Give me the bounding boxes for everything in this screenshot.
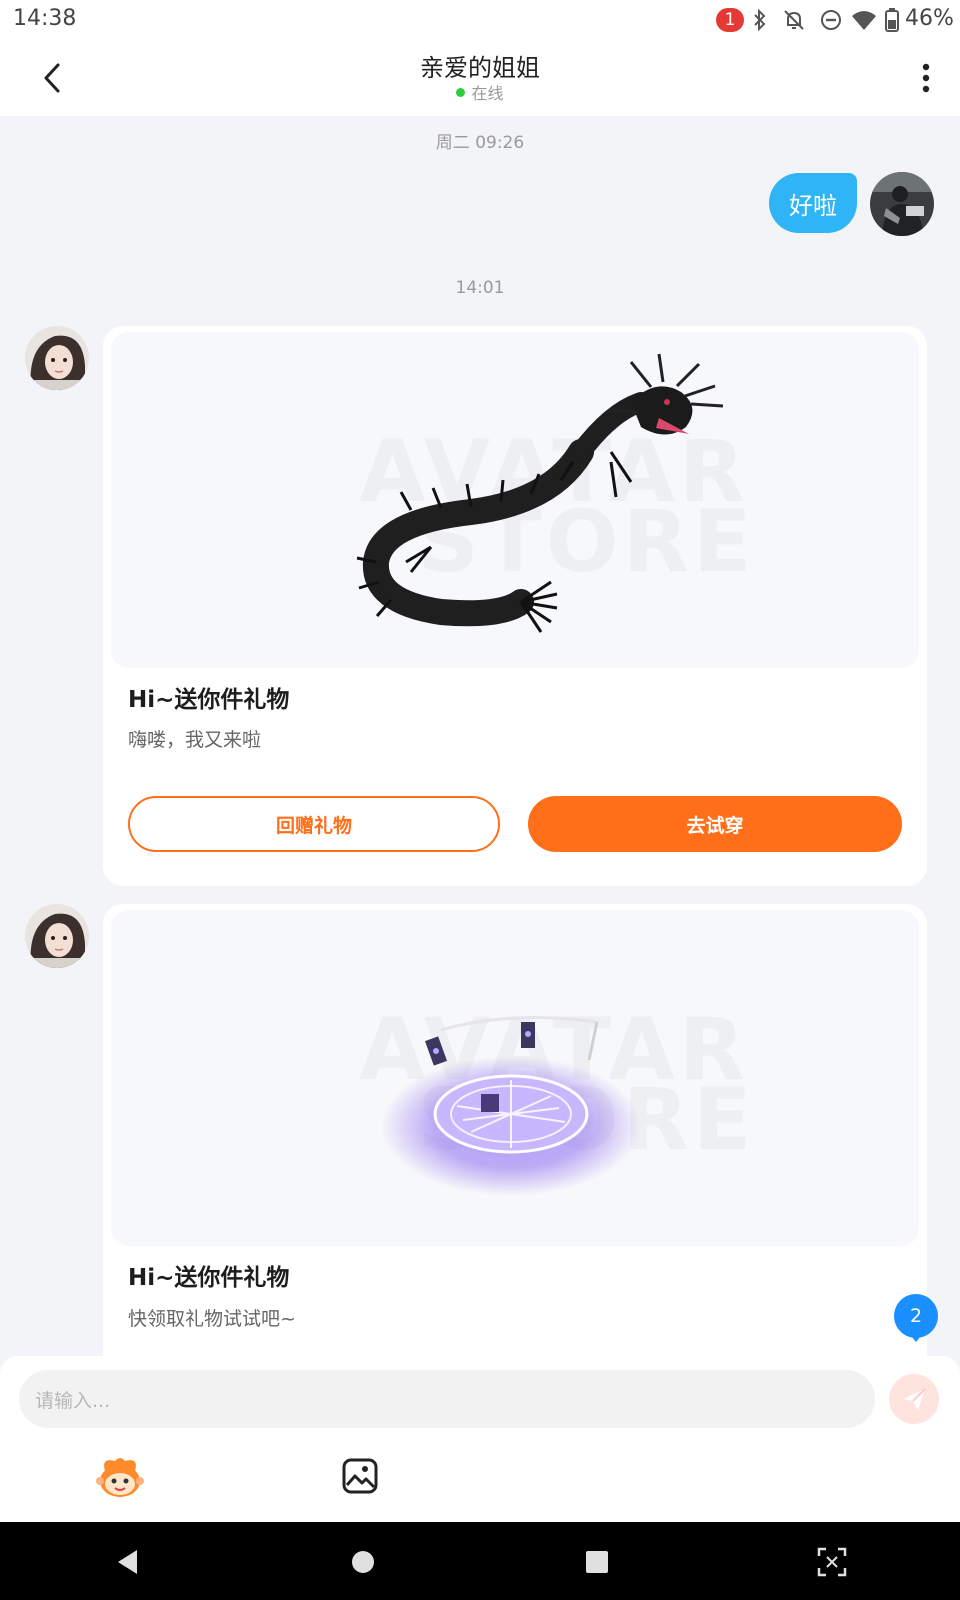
nav-back-button[interactable]: [106, 1540, 150, 1584]
gift-card[interactable]: AVATAR STORE Hi~送你件礼物 嗨喽，我又来啦 回赠礼物 去试穿: [103, 326, 927, 886]
battery-icon: [884, 6, 900, 34]
gift-card-subtitle: 嗨喽，我又来啦: [128, 729, 262, 751]
gift-image: AVATAR STORE: [111, 332, 919, 668]
sender-avatar[interactable]: [25, 904, 89, 968]
gift-card[interactable]: AVATAR STORE Hi~送你件礼物 快领取礼物试试吧~: [103, 904, 927, 1374]
status-time: 14:38: [13, 6, 77, 31]
magic-circle-gift-illustration: [381, 1016, 641, 1196]
image-icon: [342, 1458, 378, 1494]
send-button[interactable]: [889, 1374, 939, 1424]
sender-avatar[interactable]: [25, 326, 89, 390]
unread-badge-tail: [908, 1332, 924, 1342]
nav-recents-button[interactable]: [575, 1540, 619, 1584]
image-button[interactable]: [332, 1448, 388, 1504]
message-timestamp: 14:01: [455, 278, 505, 298]
chat-title: 亲爱的姐姐: [420, 54, 540, 82]
nav-screenshot-button[interactable]: [810, 1540, 854, 1584]
more-options-button[interactable]: [906, 58, 946, 98]
gift-image: AVATAR STORE: [111, 910, 919, 1246]
square-recents-icon: [586, 1551, 608, 1573]
online-status-label: 在线: [471, 84, 504, 103]
message-timestamp: 周二 09:26: [435, 133, 525, 153]
back-button[interactable]: [32, 56, 72, 100]
monkey-sticker-icon: [96, 1458, 144, 1497]
battery-percentage: 46%: [905, 6, 954, 31]
return-gift-button[interactable]: 回赠礼物: [128, 796, 500, 852]
screenshot-icon: [817, 1547, 847, 1577]
notification-count-badge: 1: [716, 8, 744, 32]
more-vertical-icon: [922, 63, 930, 93]
gift-card-title: Hi~送你件礼物: [128, 687, 290, 713]
my-avatar[interactable]: [870, 172, 934, 236]
gift-card-subtitle: 快领取礼物试试吧~: [128, 1308, 296, 1330]
try-on-button[interactable]: 去试穿: [528, 796, 902, 852]
do-not-disturb-icon: [818, 6, 844, 34]
bell-off-icon: [780, 6, 808, 34]
nav-home-button[interactable]: [341, 1540, 385, 1584]
dragon-gift-illustration: [356, 353, 724, 633]
sticker-button[interactable]: [92, 1448, 148, 1504]
bluetooth-icon: [750, 6, 770, 34]
online-status: 在线: [330, 80, 630, 104]
status-bar: [0, 0, 960, 40]
outgoing-message-bubble[interactable]: 好啦: [769, 173, 857, 233]
circle-home-icon: [352, 1551, 374, 1573]
gift-card-title: Hi~送你件礼物: [128, 1265, 290, 1291]
online-dot-icon: [456, 87, 466, 97]
wifi-icon: [850, 6, 878, 34]
chevron-left-icon: [44, 63, 60, 93]
message-input[interactable]: 请输入...: [19, 1370, 875, 1428]
triangle-back-icon: [118, 1550, 137, 1574]
send-icon: [903, 1388, 926, 1410]
message-input-placeholder: 请输入...: [35, 1389, 111, 1412]
